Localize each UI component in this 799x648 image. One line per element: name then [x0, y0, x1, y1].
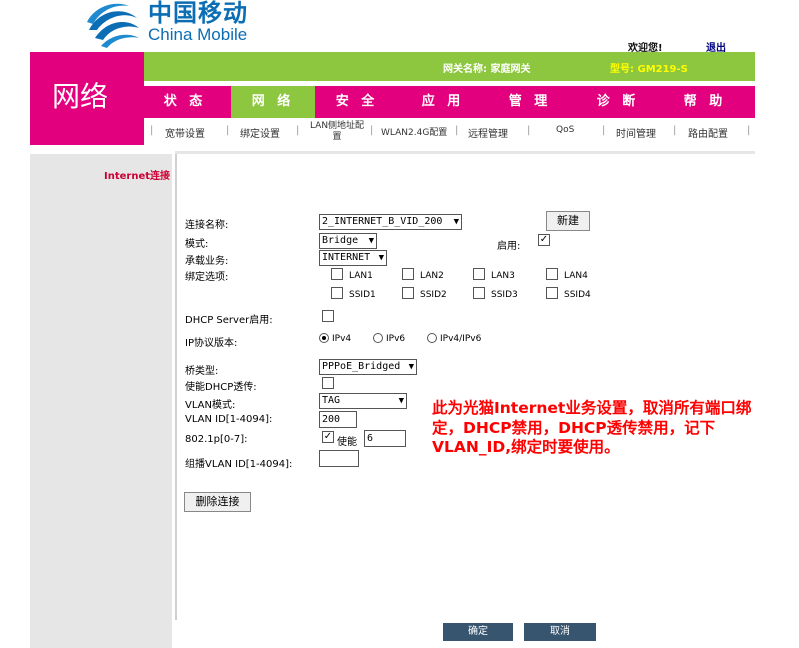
- gateway-name: 网关名称: 家庭网关: [443, 64, 531, 75]
- sub-nav-separator: |: [296, 125, 300, 136]
- priority-input[interactable]: 6: [364, 430, 406, 447]
- ipv6-radio[interactable]: [373, 333, 383, 343]
- delete-connection-button[interactable]: 删除连接: [184, 492, 251, 512]
- bind-lan1-checkbox[interactable]: [331, 268, 343, 280]
- bind-lan4-label: LAN4: [564, 271, 588, 281]
- dhcp-passthrough-checkbox[interactable]: [322, 377, 334, 389]
- vlan-mode-select[interactable]: TAG ▼: [319, 393, 407, 409]
- subnav-qos[interactable]: QoS: [556, 125, 574, 135]
- vlan-id-label: VLAN ID[1-4094]:: [185, 414, 273, 425]
- enable-label: 启用:: [497, 241, 521, 252]
- china-mobile-logo-icon: [87, 3, 139, 48]
- new-connection-button[interactable]: 新建: [546, 211, 590, 231]
- mode-select[interactable]: Bridge ▼: [319, 233, 377, 249]
- nav-tab-security[interactable]: 安 全: [322, 86, 392, 118]
- bind-ssid1-label: SSID1: [349, 290, 376, 300]
- ok-button[interactable]: 确定: [443, 623, 513, 641]
- nav-tab-network[interactable]: 网 络: [231, 86, 315, 118]
- connection-name-select[interactable]: 2_INTERNET_B_VID_200 ▼: [319, 214, 462, 230]
- sub-nav-separator: |: [747, 125, 751, 136]
- sub-nav-separator: |: [226, 125, 230, 136]
- subnav-binding[interactable]: 绑定设置: [240, 125, 280, 140]
- bind-lan1-label: LAN1: [349, 271, 373, 281]
- side-panel: [30, 154, 172, 648]
- ipv4-label: IPv4: [332, 334, 352, 344]
- priority-label: 802.1p[0-7]:: [185, 434, 248, 445]
- bind-ssid4-label: SSID4: [564, 290, 591, 300]
- bind-lan3-label: LAN3: [491, 271, 515, 281]
- sidebar-item-internet-connection[interactable]: Internet连接: [104, 167, 170, 182]
- dhcp-server-checkbox[interactable]: [322, 310, 334, 322]
- bind-lan4-checkbox[interactable]: [546, 268, 558, 280]
- annotation-note: 此为光猫Internet业务设置，取消所有端口绑定，DHCP禁用，DHCP透传禁…: [432, 399, 752, 456]
- mode-value: Bridge: [322, 235, 359, 246]
- sub-nav: [144, 121, 755, 145]
- chevron-down-icon: ▼: [368, 236, 374, 246]
- sub-nav-separator: |: [455, 125, 459, 136]
- multicast-vlan-input[interactable]: [319, 450, 359, 467]
- nav-tab-application[interactable]: 应 用: [408, 86, 478, 118]
- bind-ssid3-label: SSID3: [491, 290, 518, 300]
- content-top-border: [175, 151, 755, 154]
- vlan-mode-value: TAG: [322, 395, 341, 406]
- service-value: INTERNET: [322, 252, 371, 263]
- subnav-broadband[interactable]: 宽带设置: [165, 125, 205, 140]
- nav-tab-help[interactable]: 帮 助: [670, 86, 740, 118]
- multicast-vlan-label: 组播VLAN ID[1-4094]:: [185, 459, 293, 470]
- priority-enable-label: 使能: [337, 437, 357, 448]
- section-title: 网络: [52, 80, 109, 113]
- enable-checkbox[interactable]: ✓: [538, 234, 550, 246]
- brand-name-en: China Mobile: [148, 25, 248, 44]
- subnav-lan-address[interactable]: LAN侧地址配置: [306, 121, 368, 143]
- bind-ssid4-checkbox[interactable]: [546, 287, 558, 299]
- ip-version-label: IP协议版本:: [185, 338, 238, 349]
- bridge-type-value: PPPoE_Bridged: [322, 361, 401, 372]
- chevron-down-icon: ▼: [378, 253, 384, 263]
- sub-nav-separator: |: [527, 125, 531, 136]
- subnav-routing[interactable]: 路由配置: [688, 125, 728, 140]
- bind-lan2-checkbox[interactable]: [402, 268, 414, 280]
- nav-tab-management[interactable]: 管 理: [495, 86, 565, 118]
- chevron-down-icon: ▼: [408, 362, 414, 372]
- subnav-time[interactable]: 时间管理: [616, 125, 656, 140]
- ipv6-label: IPv6: [386, 334, 406, 344]
- china-mobile-logo: 中国移动 China Mobile: [85, 0, 345, 52]
- mode-label: 模式:: [185, 239, 209, 250]
- brand-name-cn: 中国移动: [148, 0, 248, 27]
- priority-enable-checkbox[interactable]: ✓: [322, 431, 334, 443]
- cancel-button[interactable]: 取消: [524, 623, 596, 641]
- dhcp-server-label: DHCP Server启用:: [185, 315, 273, 326]
- service-label: 承载业务:: [185, 256, 229, 267]
- connection-name-label: 连接名称:: [185, 220, 229, 231]
- content-left-border: [175, 154, 177, 620]
- sub-nav-separator: |: [602, 125, 606, 136]
- bind-ssid1-checkbox[interactable]: [331, 287, 343, 299]
- bind-ssid2-label: SSID2: [420, 290, 447, 300]
- bridge-type-label: 桥类型:: [185, 366, 219, 377]
- vlan-id-input[interactable]: 200: [319, 411, 357, 428]
- dhcp-passthrough-label: 使能DHCP透传:: [185, 382, 257, 393]
- subnav-wlan[interactable]: WLAN2.4G配置: [381, 125, 447, 138]
- service-select[interactable]: INTERNET ▼: [319, 250, 387, 266]
- sub-nav-separator: |: [370, 125, 374, 136]
- ipv4-radio[interactable]: [319, 333, 329, 343]
- chevron-down-icon: ▼: [398, 396, 404, 406]
- bind-lan2-label: LAN2: [420, 271, 444, 281]
- bridge-type-select[interactable]: PPPoE_Bridged ▼: [319, 359, 417, 375]
- ipv4-ipv6-radio[interactable]: [427, 333, 437, 343]
- bind-ssid3-checkbox[interactable]: [473, 287, 485, 299]
- nav-tab-status[interactable]: 状 态: [150, 86, 220, 118]
- bind-options-label: 绑定选项:: [185, 272, 229, 283]
- chevron-down-icon: ▼: [453, 217, 459, 227]
- gateway-model: 型号: GM219-S: [610, 64, 688, 75]
- vlan-mode-label: VLAN模式:: [185, 400, 236, 411]
- connection-name-value: 2_INTERNET_B_VID_200: [322, 216, 443, 227]
- subnav-remote-management[interactable]: 远程管理: [468, 125, 508, 140]
- bind-lan3-checkbox[interactable]: [473, 268, 485, 280]
- ipv4-ipv6-label: IPv4/IPv6: [440, 334, 482, 344]
- sub-nav-separator: |: [150, 125, 154, 136]
- sub-nav-separator: |: [673, 125, 677, 136]
- bind-ssid2-checkbox[interactable]: [402, 287, 414, 299]
- nav-tab-diagnosis[interactable]: 诊 断: [583, 86, 653, 118]
